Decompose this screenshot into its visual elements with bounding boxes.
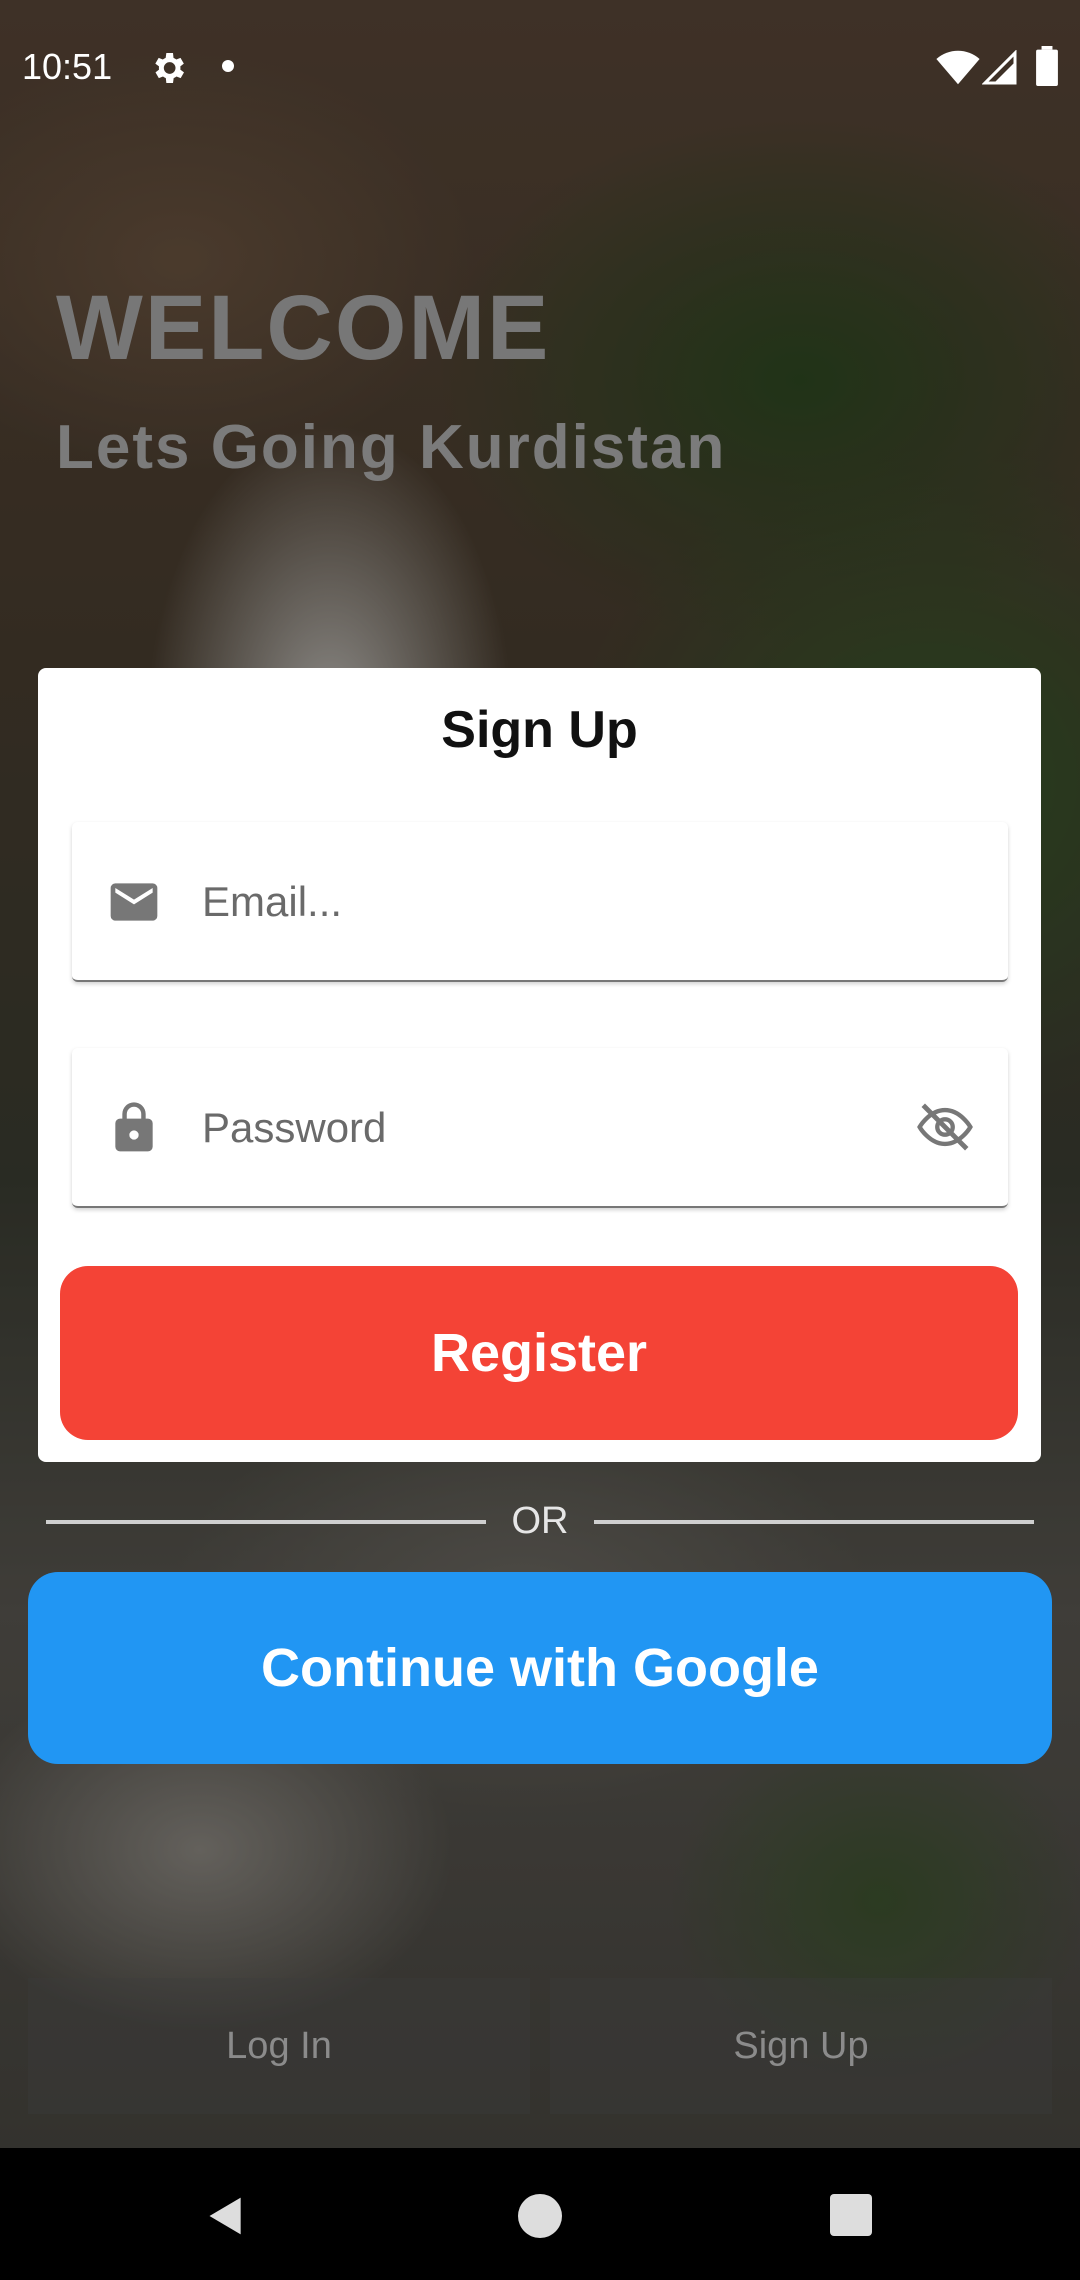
battery-icon [1036,46,1058,86]
gear-icon [155,53,184,83]
eye-off-icon[interactable] [914,1098,976,1156]
notification-dot-icon [222,60,234,72]
tab-signup[interactable]: Sign Up [550,1978,1052,2114]
or-divider-label: OR [511,1500,569,1542]
back-icon[interactable] [204,2194,248,2238]
status-bar: 10:51 [0,0,1080,136]
card-title: Sign Up [441,701,638,759]
email-input[interactable] [200,864,844,940]
google-signin-button[interactable]: Continue with Google [28,1572,1052,1764]
tab-login[interactable]: Log In [28,1978,530,2114]
email-field[interactable] [72,822,1008,982]
register-button[interactable]: Register [60,1266,1018,1440]
auth-tabs: Log In Sign Up [28,1978,1052,2114]
wifi-icon [936,50,980,85]
navigation-bar [0,2148,1080,2280]
home-icon[interactable] [518,2194,562,2238]
welcome-subtitle: Lets Going Kurdistan [56,413,727,482]
signal-icon [982,50,1017,85]
password-field[interactable] [72,1048,1008,1208]
divider-line-right [594,1520,1034,1524]
password-input[interactable] [200,1090,844,1166]
status-time: 10:51 [22,46,113,87]
signup-card: Sign Up Register [38,668,1041,1462]
email-icon [110,883,158,921]
divider-line-left [46,1520,486,1524]
recents-icon[interactable] [830,2194,872,2236]
welcome-title: WELCOME [56,277,551,379]
lock-icon [115,1102,153,1152]
